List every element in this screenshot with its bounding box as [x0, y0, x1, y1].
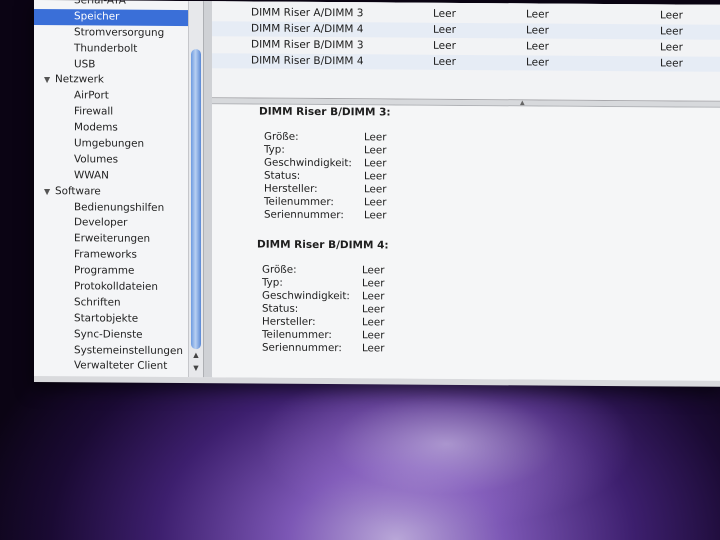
sidebar-item-label: Frameworks	[74, 248, 137, 261]
cell-slot: DIMM Riser A/DIMM 3	[251, 6, 364, 20]
sidebar-item-label: Programme	[74, 264, 135, 277]
cell-slot: DIMM Riser B/DIMM 4	[251, 54, 364, 68]
cell-speed: Leer	[660, 41, 683, 54]
detail-field-label: Typ:	[262, 276, 283, 289]
cell-type: Leer	[526, 40, 549, 53]
detail-field-label: Teilenummer:	[264, 195, 334, 209]
sidebar-item-label: Startobjekte	[74, 312, 139, 325]
detail-field-value: Leer	[362, 303, 385, 316]
sidebar-item-label: Umgebungen	[74, 137, 145, 150]
detail-section-title: DIMM Riser B/DIMM 3:	[259, 105, 391, 119]
sidebar-item-label: Volumes	[74, 153, 119, 166]
scroll-down-arrow-icon[interactable]: ▼	[191, 362, 201, 374]
sidebar-item-label: AirPort	[74, 89, 109, 102]
detail-field-label: Seriennummer:	[262, 341, 342, 355]
sidebar-item-label: Schriften	[74, 296, 121, 309]
cell-slot: DIMM Riser A/DIMM 4	[251, 22, 364, 36]
sidebar: Serial-ATA Speicher Stromversorgung Thunder…	[34, 0, 226, 378]
sidebar-item-label: USB	[74, 57, 96, 70]
detail-field-value: Leer	[364, 183, 387, 196]
sidebar-item-label: Protokolldateien	[74, 280, 158, 293]
detail-section-title: DIMM Riser B/DIMM 4:	[257, 238, 389, 252]
memory-slot-table: DIMM Riser A/DIMM 3 Leer Leer Leer DIMM Rise…	[212, 1, 720, 102]
cell-size: Leer	[433, 55, 456, 68]
sidebar-item-label: Sync-Dienste	[74, 327, 143, 341]
detail-field-value: Leer	[364, 196, 387, 209]
detail-field-value: Leer	[364, 157, 387, 170]
scroll-up-arrow-icon[interactable]: ▲	[191, 349, 201, 361]
sidebar-item-label: Erweiterungen	[74, 232, 151, 246]
table-row[interactable]: DIMM Riser B/DIMM 4 Leer Leer Leer	[212, 53, 720, 72]
detail-field-value: Leer	[364, 131, 387, 144]
sidebar-item-label: Modems	[74, 121, 118, 134]
detail-field-label: Typ:	[264, 143, 285, 156]
cell-speed: Leer	[660, 25, 683, 38]
detail-field-value: Leer	[362, 277, 385, 290]
detail-field-label: Status:	[264, 169, 301, 182]
cell-type: Leer	[526, 8, 549, 21]
cell-speed: Leer	[660, 57, 683, 70]
cell-speed: Leer	[660, 9, 683, 22]
detail-field-value: Leer	[364, 144, 387, 157]
detail-field-label: Geschwindigkeit:	[262, 289, 350, 303]
detail-field-label: Hersteller:	[264, 182, 318, 195]
detail-field-label: Teilenummer:	[262, 328, 332, 342]
detail-field-value: Leer	[362, 316, 385, 329]
sidebar-item-label: Netzwerk	[55, 73, 104, 86]
cell-slot: DIMM Riser B/DIMM 3	[251, 38, 364, 52]
triangle-down-icon[interactable]: ▼	[44, 73, 55, 89]
detail-field-value: Leer	[362, 342, 385, 355]
detail-field-value: Leer	[362, 264, 385, 277]
detail-pane: DIMM Riser B/DIMM 3: Größe: Leer Typ: Leer Ge…	[212, 104, 720, 381]
sidebar-item-label: WWAN	[74, 169, 109, 182]
sidebar-item-label: Verwalteter Client	[74, 359, 168, 373]
desktop-background	[0, 380, 720, 540]
system-profiler-window: Serial-ATA Speicher Stromversorgung Thunder…	[34, 0, 720, 387]
detail-field-value: Leer	[362, 329, 385, 342]
sidebar-item-label: Stromversorgung	[74, 26, 165, 39]
triangle-down-icon[interactable]: ▼	[44, 184, 55, 200]
sidebar-item-label: Serial-ATA	[74, 0, 126, 7]
detail-field-label: Geschwindigkeit:	[264, 156, 352, 170]
sidebar-scrollbar-thumb[interactable]	[191, 49, 201, 350]
detail-field-value: Leer	[364, 170, 387, 183]
main-content: DIMM Riser A/DIMM 3 Leer Leer Leer DIMM Rise…	[212, 1, 720, 381]
sidebar-item-label: Bedienungshilfen	[74, 200, 165, 214]
cell-size: Leer	[433, 7, 456, 20]
cell-type: Leer	[526, 56, 549, 69]
detail-field-label: Größe:	[264, 130, 299, 143]
detail-field-label: Größe:	[262, 263, 297, 276]
cell-size: Leer	[433, 23, 456, 36]
sidebar-item-label: Speicher	[74, 10, 120, 23]
detail-field-label: Status:	[262, 302, 299, 315]
cell-size: Leer	[433, 39, 456, 52]
cell-type: Leer	[526, 24, 549, 37]
detail-field-value: Leer	[362, 290, 385, 303]
detail-field-label: Seriennummer:	[264, 208, 344, 222]
detail-field-value: Leer	[364, 209, 387, 222]
sidebar-scrollbar[interactable]: ▲ ▼	[188, 1, 203, 378]
sidebar-item-label: Developer	[74, 216, 128, 230]
sidebar-item-label: Software	[55, 184, 101, 198]
sidebar-item-label: Thunderbolt	[74, 41, 138, 55]
sidebar-item-label: Firewall	[74, 105, 114, 118]
sidebar-item-label: Systemeinstellungen	[74, 343, 184, 357]
detail-field-label: Hersteller:	[262, 315, 316, 328]
splitter-grip-icon[interactable]: ▲	[520, 99, 525, 106]
